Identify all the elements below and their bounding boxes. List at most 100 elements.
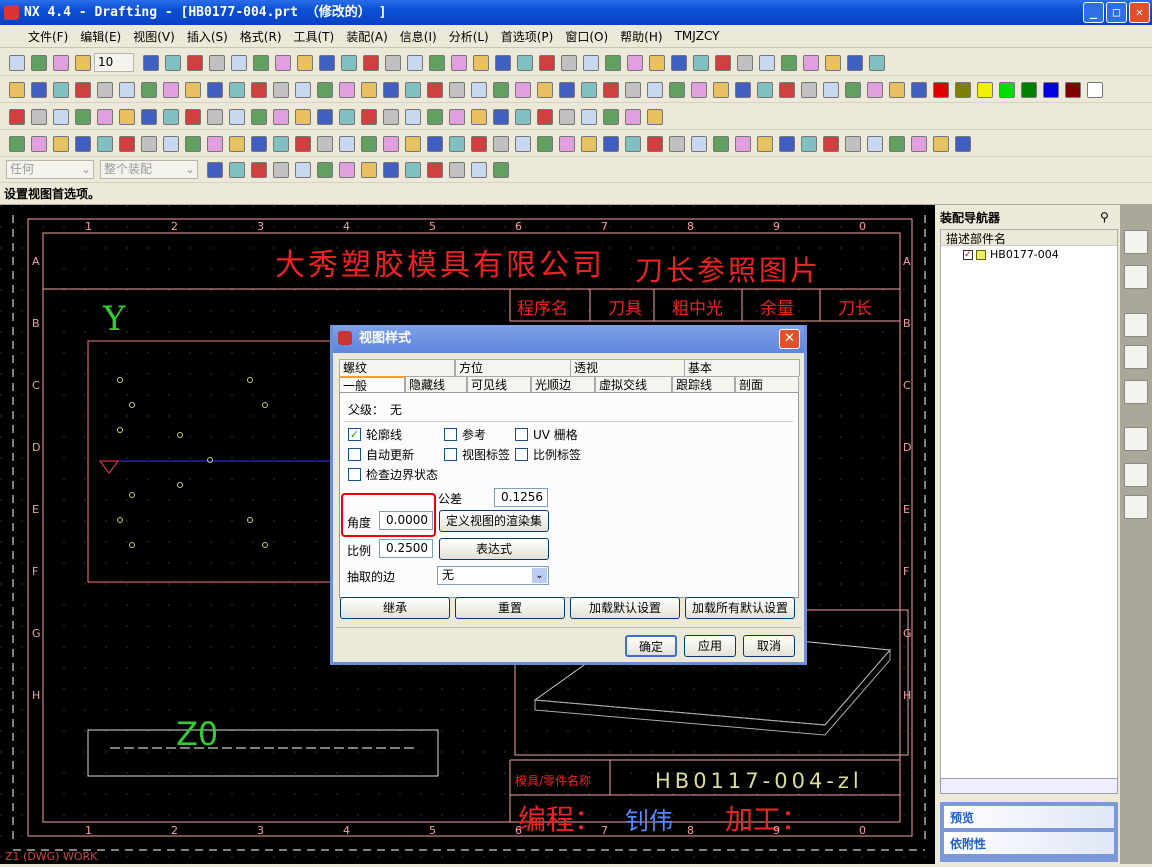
toolbar-icon[interactable] xyxy=(75,81,91,98)
toolbar-icon[interactable] xyxy=(561,54,577,71)
tab-row2[interactable]: 虚拟交线 xyxy=(595,376,672,393)
menu-item[interactable]: 格式(R) xyxy=(240,28,282,45)
toolbar-icon[interactable] xyxy=(581,135,597,152)
toolbar-icon[interactable] xyxy=(9,54,25,71)
tab-row2[interactable]: 光顺边 xyxy=(531,376,595,393)
toolbar-icon[interactable] xyxy=(119,135,135,152)
filter-type-select[interactable]: 任何 ⌄ xyxy=(6,160,94,179)
toolbar-icon[interactable] xyxy=(693,54,709,71)
apply-button[interactable]: 应用 xyxy=(684,635,736,657)
toolbar-icon[interactable] xyxy=(273,135,289,152)
toolbar-icon[interactable] xyxy=(363,54,379,71)
toolbar-icon[interactable] xyxy=(581,108,597,125)
menu-item[interactable]: 帮助(H) xyxy=(620,28,662,45)
minimize-button[interactable]: _ xyxy=(1083,2,1104,23)
toolbar-icon[interactable] xyxy=(471,161,487,178)
toolbar-icon[interactable] xyxy=(671,54,687,71)
column-header[interactable]: 描述部件名 xyxy=(941,230,1117,246)
toolbar-icon[interactable] xyxy=(537,135,553,152)
toolbar-icon[interactable] xyxy=(97,108,113,125)
toolbar-icon[interactable] xyxy=(779,135,795,152)
ok-button[interactable]: 确定 xyxy=(625,635,677,657)
toolbar-icon[interactable] xyxy=(53,81,69,98)
extract-edges-select[interactable]: 无 ⌄ xyxy=(437,566,549,585)
toolbar-icon[interactable] xyxy=(625,108,641,125)
horizontal-scrollbar[interactable] xyxy=(940,778,1118,794)
toolbar-icon[interactable] xyxy=(515,108,531,125)
toolbar-icon[interactable] xyxy=(515,135,531,152)
toolbar-icon[interactable] xyxy=(405,108,421,125)
define-render-set-button[interactable]: 定义视图的渲染集 xyxy=(439,510,549,532)
toolbar-icon[interactable] xyxy=(471,81,487,98)
toolbar-icon[interactable] xyxy=(493,108,509,125)
toolbar-icon[interactable] xyxy=(515,81,531,98)
toolbar-icon[interactable] xyxy=(163,135,179,152)
checkbox[interactable]: UV 栅格 xyxy=(515,426,578,443)
color-swatch[interactable] xyxy=(999,81,1015,98)
toolbar-icon[interactable] xyxy=(185,135,201,152)
checkbox[interactable]: 检查边界状态 xyxy=(348,466,438,483)
toolbar-icon[interactable] xyxy=(383,108,399,125)
preview-panel[interactable]: 预览 xyxy=(944,806,1114,828)
tolerance-field[interactable]: 0.1256 xyxy=(494,488,548,507)
toolbar-icon[interactable] xyxy=(339,81,355,98)
toolbar-icon[interactable] xyxy=(317,108,333,125)
resource-tab-icon[interactable] xyxy=(1124,313,1148,337)
dependency-panel[interactable]: 依附性 xyxy=(944,832,1114,854)
checkbox[interactable]: ✓ 轮廓线 xyxy=(348,426,402,443)
color-swatch[interactable] xyxy=(1021,81,1037,98)
toolbar-icon[interactable] xyxy=(867,135,883,152)
checkbox-box[interactable] xyxy=(348,448,361,461)
toolbar-icon[interactable] xyxy=(781,54,797,71)
toolbar-icon[interactable] xyxy=(229,81,245,98)
toolbar-icon[interactable] xyxy=(559,108,575,125)
menu-item[interactable]: 装配(A) xyxy=(346,28,388,45)
checkbox-box[interactable] xyxy=(515,448,528,461)
toolbar-icon[interactable] xyxy=(583,54,599,71)
checkbox-icon[interactable]: ✓ xyxy=(963,249,973,260)
toolbar-icon[interactable] xyxy=(735,135,751,152)
toolbar-icon[interactable] xyxy=(449,161,465,178)
checkmark-icon[interactable]: ✓ xyxy=(348,428,361,441)
toolbar-icon[interactable] xyxy=(75,54,91,71)
toolbar-icon[interactable] xyxy=(625,135,641,152)
toolbar-icon[interactable] xyxy=(603,81,619,98)
toolbar-icon[interactable] xyxy=(867,81,883,98)
toolbar-icon[interactable] xyxy=(165,54,181,71)
toolbar-icon[interactable] xyxy=(911,135,927,152)
toolbar-icon[interactable] xyxy=(207,161,223,178)
toolbar-icon[interactable] xyxy=(713,135,729,152)
tab-row2[interactable]: 隐藏线 xyxy=(405,376,467,393)
toolbar-icon[interactable] xyxy=(187,54,203,71)
toolbar-icon[interactable] xyxy=(141,135,157,152)
toolbar-icon[interactable] xyxy=(559,81,575,98)
menu-item[interactable]: 工具(T) xyxy=(294,28,335,45)
toolbar-icon[interactable] xyxy=(691,135,707,152)
toolbar-icon[interactable] xyxy=(647,135,663,152)
toolbar-icon[interactable] xyxy=(559,135,575,152)
toolbar-icon[interactable] xyxy=(385,54,401,71)
toolbar-icon[interactable] xyxy=(737,54,753,71)
toolbar-icon[interactable] xyxy=(869,54,885,71)
toolbar-icon[interactable] xyxy=(451,54,467,71)
toolbar-icon[interactable] xyxy=(427,161,443,178)
checkbox-box[interactable] xyxy=(348,468,361,481)
resource-tab-icon[interactable] xyxy=(1124,345,1148,369)
toolbar-icon[interactable] xyxy=(427,135,443,152)
toolbar-icon[interactable] xyxy=(647,108,663,125)
toolbar-icon[interactable] xyxy=(539,54,555,71)
toolbar-icon[interactable] xyxy=(889,135,905,152)
tab-row1[interactable]: 基本 xyxy=(684,359,800,376)
inherit-button[interactable]: 继承 xyxy=(340,597,450,619)
toolbar-icon[interactable] xyxy=(275,54,291,71)
load-defaults-button[interactable]: 加载默认设置 xyxy=(570,597,680,619)
toolbar-icon[interactable] xyxy=(339,135,355,152)
toolbar-icon[interactable] xyxy=(649,54,665,71)
menu-item[interactable]: 窗口(O) xyxy=(565,28,608,45)
toolbar-icon[interactable] xyxy=(405,81,421,98)
checkbox-box[interactable] xyxy=(444,428,457,441)
toolbar-icon[interactable] xyxy=(251,108,267,125)
toolbar-icon[interactable] xyxy=(207,81,223,98)
toolbar-icon[interactable] xyxy=(339,161,355,178)
cancel-button[interactable]: 取消 xyxy=(743,635,795,657)
